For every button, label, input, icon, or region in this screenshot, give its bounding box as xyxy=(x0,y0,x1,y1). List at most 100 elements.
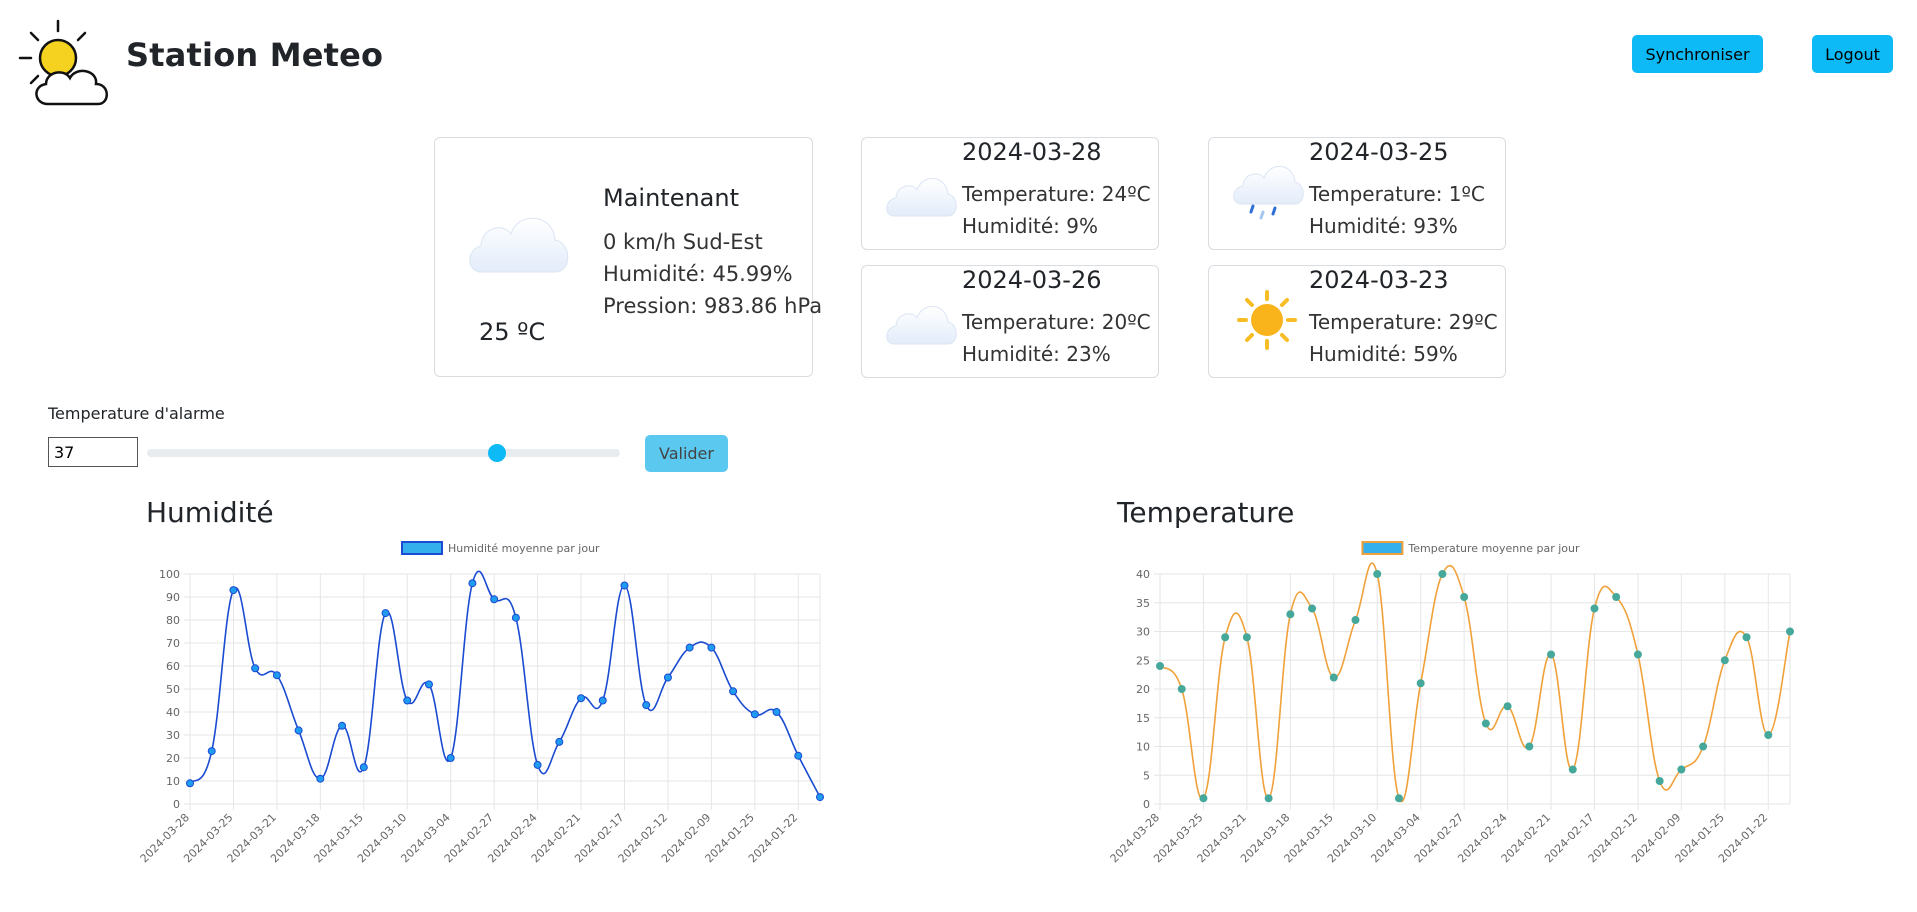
data-point xyxy=(1547,650,1556,659)
y-tick-label: 15 xyxy=(1136,712,1150,725)
data-point xyxy=(359,763,368,772)
data-point xyxy=(1633,650,1642,659)
humidity-chart: Humidité moyenne par jour 0 10 20 30 40 50 60 70… xyxy=(140,541,824,865)
data-point xyxy=(1242,633,1251,642)
y-tick-label: 40 xyxy=(166,706,180,719)
data-point xyxy=(1156,662,1164,670)
forecast-card: 2024-03-23 Temperature: 29ºC Humidité: 5… xyxy=(1208,265,1506,378)
data-point xyxy=(1373,570,1382,578)
data-point xyxy=(816,793,824,802)
forecast-card: 2024-03-26 Temperature: 20ºC Humidité: 2… xyxy=(861,265,1159,378)
data-point xyxy=(1612,593,1621,601)
y-tick-label: 20 xyxy=(1136,683,1150,696)
data-point xyxy=(294,726,303,735)
rain-cloud-icon xyxy=(1233,166,1304,220)
data-point xyxy=(729,687,738,696)
data-point xyxy=(1742,633,1751,642)
data-point xyxy=(707,643,716,652)
data-point xyxy=(1394,794,1403,803)
humidity-chart-title: Humidité xyxy=(146,496,274,529)
forecast-date: 2024-03-23 xyxy=(1309,266,1449,294)
y-tick-label: 50 xyxy=(166,683,180,696)
data-point xyxy=(685,643,694,652)
sync-button[interactable]: Synchroniser xyxy=(1632,35,1763,73)
alarm-slider-thumb[interactable] xyxy=(488,444,507,462)
forecast-temperature: Temperature: 1ºC xyxy=(1309,182,1485,206)
forecast-humidity: Humidité: 59% xyxy=(1309,342,1458,366)
data-point xyxy=(468,579,477,588)
y-tick-label: 20 xyxy=(166,752,180,765)
data-point xyxy=(1416,679,1425,688)
y-tick-label: 0 xyxy=(173,798,180,811)
data-point xyxy=(1177,685,1186,693)
data-point xyxy=(1199,794,1208,803)
current-weather-card: 25 ºC Maintenant 0 km/h Sud-Est Humidité… xyxy=(434,137,822,377)
data-point xyxy=(511,613,520,622)
y-tick-label: 90 xyxy=(166,591,180,604)
temperature-chart-title: Temperature xyxy=(1117,496,1295,529)
data-point xyxy=(1786,627,1794,636)
y-tick-label: 100 xyxy=(159,568,180,581)
data-point xyxy=(794,751,803,760)
validate-button[interactable]: Valider xyxy=(645,435,728,472)
series-line xyxy=(1159,562,1791,803)
data-point xyxy=(620,581,629,590)
forecast-date: 2024-03-26 xyxy=(962,266,1102,294)
data-point xyxy=(1677,765,1686,774)
data-point xyxy=(1503,702,1512,711)
y-tick-label: 70 xyxy=(166,637,180,650)
data-point xyxy=(663,673,672,682)
data-point xyxy=(1525,742,1534,751)
data-point xyxy=(207,747,216,756)
data-point xyxy=(555,737,564,746)
forecast-temperature: Temperature: 24ºC xyxy=(962,182,1151,206)
data-point xyxy=(490,595,499,604)
data-point xyxy=(598,696,607,705)
cloud-icon xyxy=(469,217,569,273)
data-point xyxy=(533,760,542,769)
app-title: Station Meteo xyxy=(126,36,384,74)
current-temperature: 25 ºC xyxy=(479,318,546,346)
cloud-icon xyxy=(886,306,957,345)
data-point xyxy=(272,671,281,680)
current-pressure: Pression: 983.86 hPa xyxy=(603,294,823,318)
data-point xyxy=(316,774,325,783)
current-humidity: Humidité: 45.99% xyxy=(603,262,793,286)
data-point xyxy=(1438,570,1447,578)
data-point xyxy=(1460,593,1469,601)
legend-label: Humidité moyenne par jour xyxy=(448,542,600,555)
series-line xyxy=(189,570,821,798)
forecast-humidity: Humidité: 93% xyxy=(1309,214,1458,238)
data-point xyxy=(750,710,759,719)
data-point xyxy=(381,609,390,618)
forecast-humidity: Humidité: 9% xyxy=(962,214,1098,238)
alarm-slider[interactable] xyxy=(147,449,620,457)
data-point xyxy=(403,696,412,705)
data-point xyxy=(338,721,347,730)
y-tick-label: 80 xyxy=(166,614,180,627)
current-wind: 0 km/h Sud-Est xyxy=(603,230,763,254)
data-point xyxy=(1264,794,1273,803)
forecast-date: 2024-03-28 xyxy=(962,138,1102,166)
cloud-icon xyxy=(886,178,957,217)
current-title: Maintenant xyxy=(603,184,740,212)
legend-swatch xyxy=(1361,541,1404,555)
data-point xyxy=(642,701,651,710)
legend-label: Temperature moyenne par jour xyxy=(1407,542,1580,555)
data-point xyxy=(1568,765,1577,774)
data-point xyxy=(1590,604,1599,613)
data-point xyxy=(424,680,433,689)
temperature-chart: Temperature moyenne par jour 0 5 10 15 20 25 30… xyxy=(1110,541,1794,865)
alarm-label: Temperature d'alarme xyxy=(48,404,225,423)
data-point xyxy=(1720,656,1729,665)
logout-button[interactable]: Logout xyxy=(1812,35,1893,73)
data-point xyxy=(1286,610,1295,619)
y-tick-label: 5 xyxy=(1143,769,1150,782)
alarm-temperature-input[interactable] xyxy=(48,437,138,467)
forecast-humidity: Humidité: 23% xyxy=(962,342,1111,366)
y-tick-label: 30 xyxy=(1136,626,1150,639)
y-tick-label: 30 xyxy=(166,729,180,742)
data-point xyxy=(577,694,586,703)
data-point xyxy=(1699,742,1708,751)
y-tick-label: 10 xyxy=(166,775,180,788)
